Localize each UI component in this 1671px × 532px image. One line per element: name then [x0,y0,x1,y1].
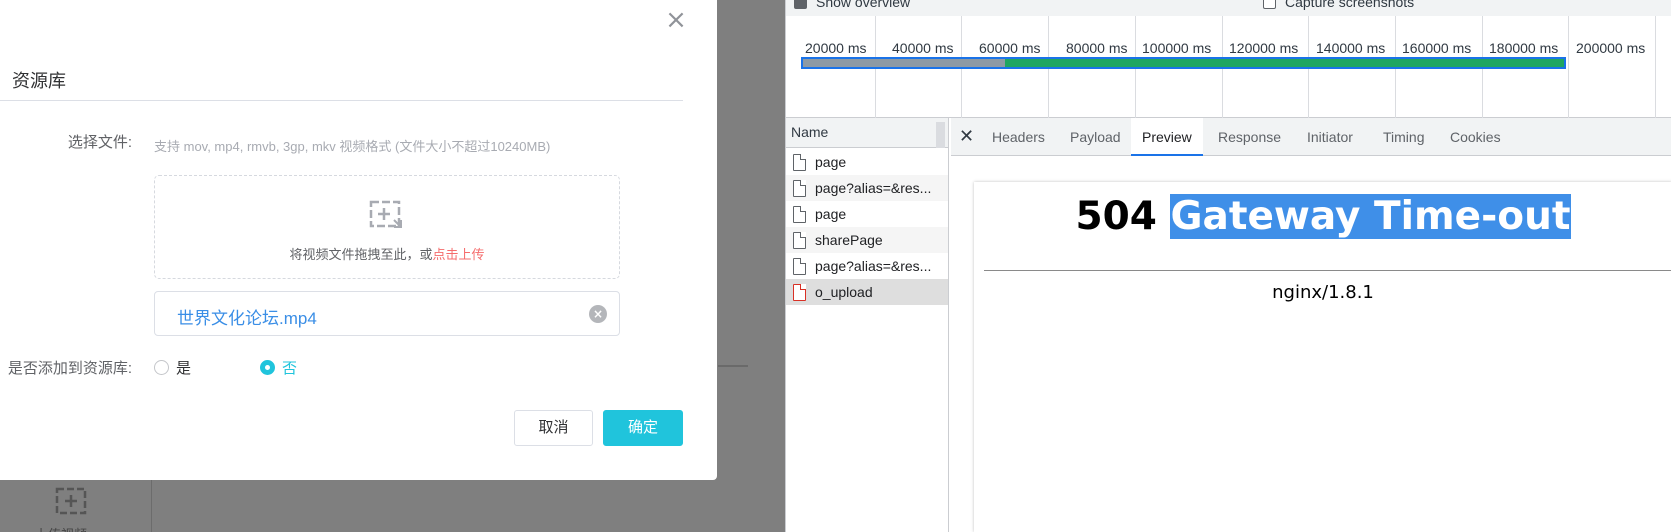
remove-file-icon[interactable]: × [589,305,607,323]
upload-video-icon [55,487,87,515]
timeline-tick: 20000 ms [805,40,867,56]
request-waiting-segment [803,59,1005,67]
checkbox-box [794,0,807,9]
timeline-tick: 100000 ms [1142,40,1212,56]
network-settings-bar: Show overview Capture screenshots [786,0,1671,16]
status-message: Gateway Time-out [1170,194,1571,239]
upload-video-icon [369,200,402,228]
background-divider [718,365,748,367]
timeline-tick: 140000 ms [1316,40,1386,56]
preview-divider [984,270,1671,271]
radio-yes-label: 是 [176,360,192,377]
request-row[interactable]: page [786,149,948,175]
devtools-network-panel: Show overview Capture screenshots 20000 … [785,0,1671,532]
name-column-header[interactable]: Name [786,118,948,148]
tab-headers[interactable]: Headers [981,118,1056,156]
dialog-title: 资源库 [12,71,66,91]
checkbox-box [1263,0,1276,9]
response-preview: 504 Gateway Time-out nginx/1.8.1 [974,182,1671,532]
select-file-label: 选择文件: [67,134,132,151]
dialog-title-divider [0,100,683,101]
tab-response[interactable]: Response [1207,118,1292,156]
upload-dropzone[interactable]: 将视频文件拖拽至此，或点击上传 [154,175,620,279]
request-row-selected[interactable]: o_upload [786,279,948,305]
close-details-icon[interactable]: ✕ [959,126,974,147]
request-name: page [815,206,847,222]
timeline-tick: 80000 ms [1066,40,1128,56]
document-icon [793,205,806,223]
timeline-grid-line [1655,16,1656,118]
request-list: Name page page?alias=&res... page shareP… [786,118,949,532]
radio-circle [154,360,169,375]
timeline-tick: 40000 ms [892,40,954,56]
tab-timing[interactable]: Timing [1372,118,1436,156]
file-format-hint: 支持 mov, mp4, rmvb, 3gp, mkv 视频格式 (文件大小不超… [154,139,551,154]
tab-preview[interactable]: Preview [1131,118,1203,156]
radio-no[interactable]: 否 [260,357,297,378]
request-name: page?alias=&res... [815,180,932,196]
request-name: page?alias=&res... [815,258,932,274]
timeline-tick: 60000 ms [979,40,1041,56]
timeline-tick: 120000 ms [1229,40,1299,56]
tab-payload[interactable]: Payload [1059,118,1132,156]
name-column-label: Name [791,124,829,140]
document-icon [793,179,806,197]
details-tab-bar: ✕ Headers Payload Preview Response Initi… [951,118,1671,156]
capture-screenshots-checkbox[interactable]: Capture screenshots [1263,0,1414,10]
document-icon [793,231,806,249]
close-icon[interactable]: × [664,7,688,33]
show-overview-checkbox[interactable]: Show overview [794,0,910,10]
drag-instruction: 将视频文件拖拽至此，或 [289,247,433,262]
background-upload-card[interactable]: 上传视频 [0,480,152,532]
request-list-scrollbar[interactable] [936,122,945,148]
tab-cookies[interactable]: Cookies [1439,118,1512,156]
document-icon [793,257,806,275]
radio-no-label: 否 [282,360,298,377]
radio-circle-checked [260,360,275,375]
request-row[interactable]: page?alias=&res... [786,253,948,279]
click-upload-link[interactable]: 点击上传 [433,247,485,262]
selected-file-item: 世界文化论坛.mp4 × [154,291,620,336]
request-details-pane: ✕ Headers Payload Preview Response Initi… [951,118,1671,532]
request-row[interactable]: sharePage [786,227,948,253]
document-error-icon [793,283,806,301]
show-overview-label: Show overview [816,0,911,10]
timeline-grid-line [1568,16,1569,118]
selected-file-name: 世界文化论坛.mp4 [177,309,317,328]
timeline-tick: 160000 ms [1402,40,1472,56]
dropzone-text: 将视频文件拖拽至此，或点击上传 [155,244,619,263]
capture-screenshots-label: Capture screenshots [1285,0,1415,10]
request-name: sharePage [815,232,883,248]
request-row[interactable]: page?alias=&res... [786,175,948,201]
background-upload-text: 上传视频 [35,524,87,532]
resource-library-dialog: × 资源库 选择文件: 支持 mov, mp4, rmvb, 3gp, mkv … [0,0,717,480]
timeline-tick: 200000 ms [1576,40,1646,56]
request-name: o_upload [815,284,873,300]
document-icon [793,153,806,171]
request-name: page [815,154,847,170]
request-row[interactable]: page [786,201,948,227]
server-signature: nginx/1.8.1 [1272,282,1374,303]
preview-heading: 504 Gateway Time-out [974,194,1671,239]
status-code: 504 [1075,194,1157,239]
page-behind-modal: 上传视频 × 资源库 选择文件: 支持 mov, mp4, rmvb, 3gp,… [0,0,785,532]
radio-yes[interactable]: 是 [154,357,191,378]
add-to-library-label: 是否添加到资源库: [7,360,132,377]
cancel-button[interactable]: 取消 [514,410,593,446]
request-download-segment [1005,59,1564,67]
confirm-button[interactable]: 确定 [603,410,683,446]
tab-initiator[interactable]: Initiator [1296,118,1364,156]
timeline-tick: 180000 ms [1489,40,1559,56]
network-overview-timeline[interactable]: 20000 ms 40000 ms 60000 ms 80000 ms 1000… [786,16,1671,118]
